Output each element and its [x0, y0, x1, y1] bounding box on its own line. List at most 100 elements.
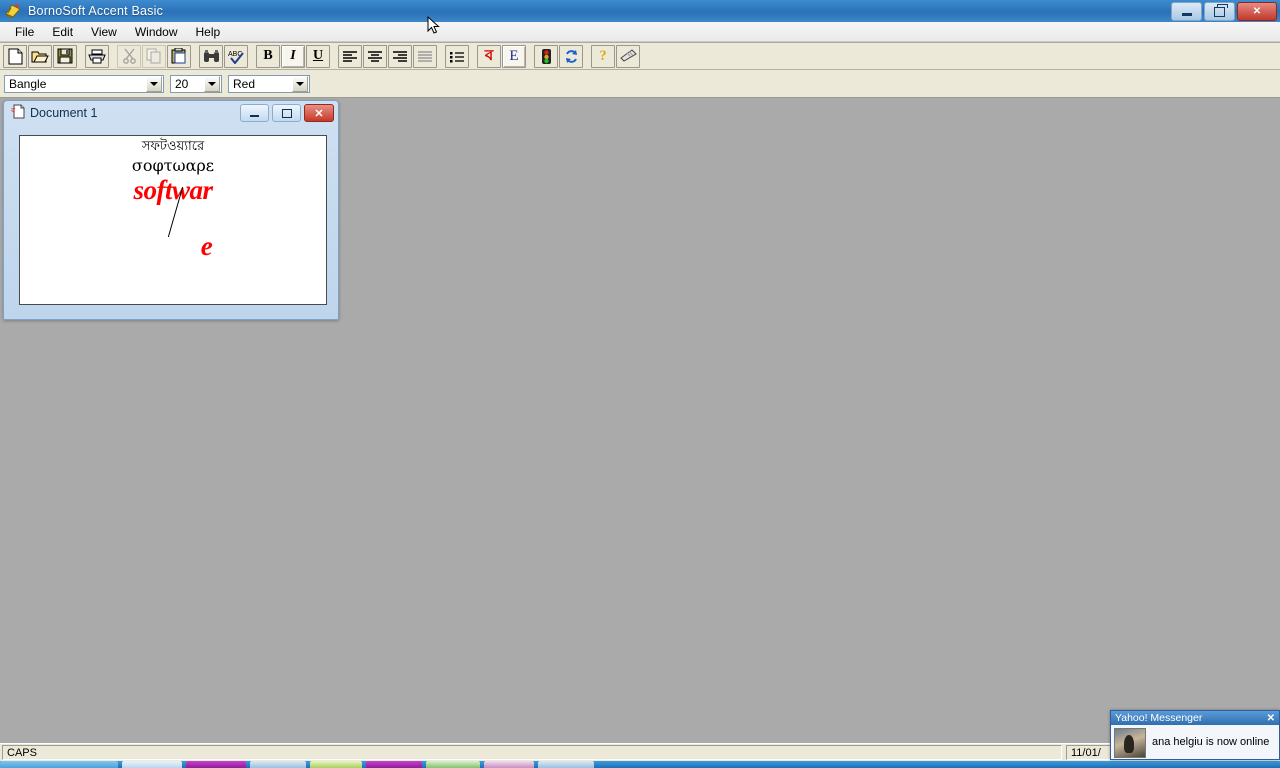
font-family-combobox[interactable]: Bangle [4, 74, 164, 93]
taskbar-item[interactable] [310, 761, 362, 768]
yahoo-messenger-notification[interactable]: Yahoo! Messenger ✕ ana helgiu is now onl… [1110, 710, 1280, 760]
menu-bar: File Edit View Window Help [0, 22, 1280, 42]
document-text-area[interactable]: সফটওয়্যারে σοφτωαρε softwar e [19, 135, 327, 305]
save-document-button[interactable] [53, 44, 77, 68]
restore-button[interactable] [1204, 2, 1235, 21]
english-mode-button[interactable]: E [502, 44, 526, 68]
window-caption-buttons: ✕ [1171, 2, 1277, 21]
save-disk-icon [57, 48, 73, 64]
chevron-down-icon[interactable] [292, 75, 308, 92]
window-title: BornoSoft Accent Basic [28, 4, 164, 18]
taskbar-item[interactable] [250, 761, 306, 768]
bullet-list-button[interactable] [445, 44, 469, 68]
english-e-icon: E [509, 47, 519, 64]
spell-check-button[interactable]: ABC [224, 44, 248, 68]
taskbar-item[interactable] [538, 761, 594, 768]
document-minimize-button[interactable] [240, 104, 269, 122]
taskbar-item[interactable] [122, 761, 182, 768]
document-close-button[interactable]: ✕ [304, 104, 334, 122]
document-title: Document 1 [30, 106, 98, 120]
bangla-mode-button[interactable]: ব [477, 44, 501, 68]
font-size-value: 20 [175, 76, 189, 91]
menu-item-window[interactable]: Window [126, 23, 187, 41]
copy-button[interactable] [142, 44, 166, 68]
new-document-button[interactable] [3, 44, 27, 68]
chevron-down-icon[interactable] [204, 75, 220, 92]
paste-button[interactable] [167, 44, 191, 68]
menu-item-help[interactable]: Help [187, 23, 230, 41]
menu-item-file[interactable]: File [6, 23, 43, 41]
bold-button[interactable]: B [256, 44, 280, 68]
document-line-english-1: softwar [133, 175, 213, 205]
bold-icon: B [263, 48, 273, 63]
new-file-icon [8, 48, 23, 65]
convert-button[interactable] [559, 44, 583, 68]
traffic-light-icon [540, 48, 553, 65]
taskbar-item[interactable] [366, 761, 422, 768]
notification-message: ana helgiu is now online [1152, 736, 1270, 749]
title-bar: BornoSoft Accent Basic ✕ [0, 0, 1280, 23]
document-line-english-2-text: e [200, 231, 213, 261]
traffic-light-button[interactable] [534, 44, 558, 68]
menu-item-edit[interactable]: Edit [43, 23, 82, 41]
spell-check-icon: ABC [227, 49, 245, 64]
binoculars-icon [203, 49, 220, 63]
notification-title: Yahoo! Messenger [1115, 712, 1203, 724]
open-folder-icon [31, 49, 49, 64]
scissors-icon [122, 48, 137, 64]
eraser-icon [619, 48, 637, 64]
toolbar: ABC B I U ব E ? [0, 43, 1280, 70]
help-button[interactable]: ? [591, 44, 615, 68]
minimize-icon [250, 114, 259, 117]
notification-body: ana helgiu is now online [1111, 725, 1279, 760]
refresh-arrows-icon [564, 49, 579, 64]
align-left-button[interactable] [338, 44, 362, 68]
document-window[interactable]: ব Document 1 ✕ সফটওয়্যারে σοφτωαρε soft… [3, 100, 339, 320]
font-size-combobox[interactable]: 20 [170, 74, 222, 93]
align-right-icon [392, 50, 408, 63]
align-justify-button[interactable] [413, 44, 437, 68]
printer-icon [88, 49, 106, 64]
align-right-button[interactable] [388, 44, 412, 68]
document-restore-button[interactable] [272, 104, 301, 122]
minimize-button[interactable] [1171, 2, 1202, 21]
taskbar-icons [0, 761, 598, 768]
taskbar-item[interactable] [0, 761, 118, 768]
taskbar-item[interactable] [426, 761, 480, 768]
font-color-value: Red [233, 76, 256, 91]
find-button[interactable] [199, 44, 223, 68]
font-family-value: Bangle [9, 76, 47, 91]
format-bar: Bangle 20 Red [0, 70, 1280, 98]
underline-icon: U [312, 48, 324, 63]
taskbar-item[interactable] [186, 761, 246, 768]
close-button[interactable]: ✕ [1237, 2, 1277, 21]
cut-button[interactable] [117, 44, 141, 68]
document-title-bar: ব Document 1 ✕ [4, 101, 338, 125]
chevron-down-icon[interactable] [146, 75, 162, 92]
svg-text:ব: ব [11, 106, 16, 115]
print-button[interactable] [85, 44, 109, 68]
minimize-icon [1181, 13, 1192, 16]
align-justify-icon [417, 50, 433, 63]
document-caption-buttons: ✕ [240, 104, 334, 122]
underline-button[interactable]: U [306, 44, 330, 68]
mdi-workspace: ব Document 1 ✕ সফটওয়্যারে σοφτωαρε soft… [0, 98, 1280, 743]
application-window: BornoSoft Accent Basic ✕ File Edit View … [0, 0, 1280, 768]
taskbar-item[interactable] [484, 761, 534, 768]
app-icon [4, 3, 26, 19]
question-mark-icon: ? [599, 47, 607, 64]
menu-item-view[interactable]: View [82, 23, 126, 41]
align-left-icon [342, 50, 358, 63]
buddy-avatar [1114, 727, 1146, 758]
restore-icon [1214, 3, 1228, 17]
open-document-button[interactable] [28, 44, 52, 68]
font-color-combobox[interactable]: Red [228, 74, 310, 93]
italic-button[interactable]: I [281, 44, 305, 68]
notification-title-bar: Yahoo! Messenger ✕ [1111, 711, 1279, 725]
document-line-bengali: সফটওয়্যারে [141, 139, 205, 154]
mouse-cursor [427, 15, 441, 36]
align-center-button[interactable] [363, 44, 387, 68]
notification-close-icon[interactable]: ✕ [1267, 713, 1275, 724]
eraser-button[interactable] [616, 44, 640, 68]
align-center-icon [367, 50, 383, 63]
